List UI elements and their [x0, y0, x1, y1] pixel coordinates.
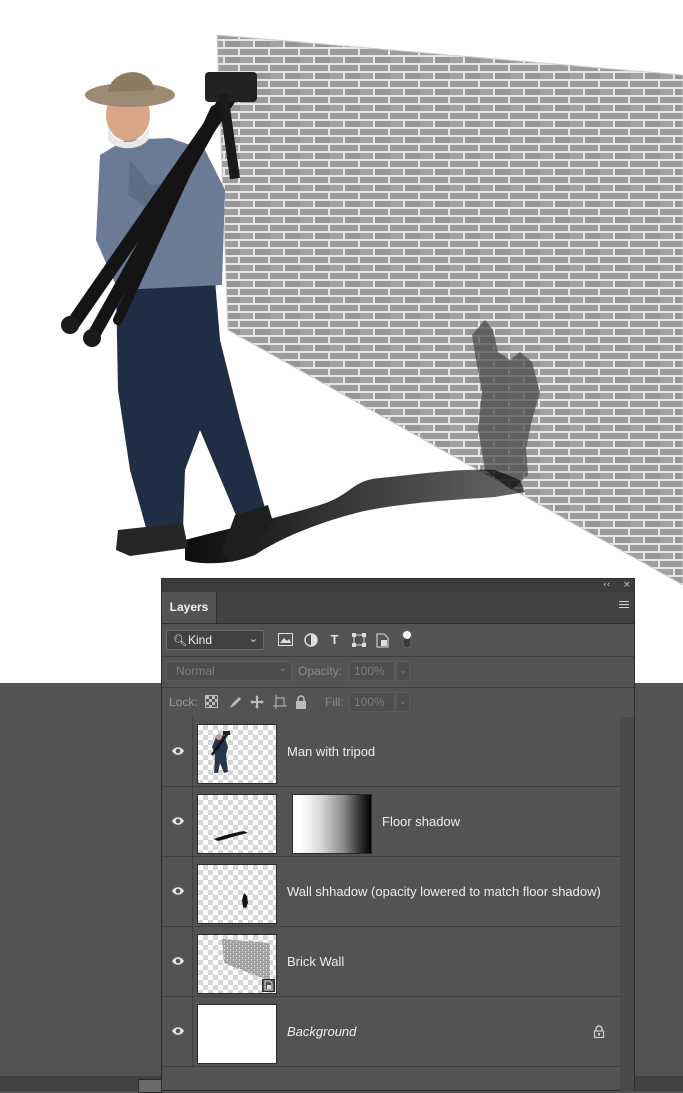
mask-link-icon[interactable]	[280, 814, 288, 828]
opacity-dropdown-arrow[interactable]: ⌄	[396, 661, 410, 681]
layer-name[interactable]: Man with tripod	[287, 717, 375, 786]
blend-row: Normal ⌄ Opacity: 100% ⌄	[162, 657, 634, 688]
layer-list: Man with tripod Floor shadow Wall shhado…	[162, 717, 620, 1067]
opacity-field[interactable]: 100%	[349, 661, 395, 681]
layer-row-floor-shadow[interactable]: Floor shadow	[162, 787, 620, 857]
filter-toggle-icon[interactable]	[399, 629, 414, 649]
opacity-label: Opacity:	[298, 664, 343, 678]
lock-icon	[593, 1025, 605, 1038]
panel-tab-row: Layers	[162, 592, 634, 624]
eye-icon	[172, 887, 184, 895]
fill-dropdown-arrow[interactable]: ⌄	[396, 692, 410, 712]
filter-kind-select[interactable]: 🔍︎ Kind ⌄	[166, 630, 264, 650]
layer-thumbnail	[197, 794, 277, 854]
panel-menu-icon[interactable]	[619, 601, 629, 613]
layer-visibility-toggle[interactable]	[162, 717, 193, 786]
layer-filter-row: 🔍︎ Kind ⌄ T	[162, 624, 634, 657]
chevron-down-icon: ⌄	[248, 632, 258, 645]
layer-thumbnail	[197, 934, 277, 994]
lock-image-pixels-icon[interactable]	[227, 695, 242, 710]
lock-artboard-icon[interactable]	[272, 695, 287, 710]
fill-label: Fill:	[325, 695, 344, 709]
layer-thumbnail	[197, 1004, 277, 1064]
layer-row-wall-shadow[interactable]: Wall shhadow (opacity lowered to match f…	[162, 857, 620, 927]
eye-icon	[172, 747, 184, 755]
layer-name[interactable]: Wall shhadow (opacity lowered to match f…	[287, 857, 601, 926]
eye-icon	[172, 957, 184, 965]
blend-mode-select[interactable]: Normal ⌄	[166, 661, 292, 681]
layer-name[interactable]: Brick Wall	[287, 927, 344, 996]
adjustment-filter-icon[interactable]	[303, 633, 318, 648]
layers-scrollbar[interactable]	[620, 717, 634, 1091]
fill-field[interactable]: 100%	[349, 692, 395, 712]
layer-name[interactable]: Floor shadow	[382, 787, 460, 856]
smart-object-filter-icon[interactable]	[375, 633, 390, 648]
layer-thumbnail	[197, 864, 277, 924]
collapse-panel-button[interactable]: ‹‹	[603, 579, 610, 592]
layer-row-brick-wall[interactable]: Brick Wall	[162, 927, 620, 997]
blend-mode-value: Normal	[176, 664, 215, 678]
layer-visibility-toggle[interactable]	[162, 857, 193, 926]
brick-wall	[216, 34, 683, 586]
eye-icon	[172, 817, 184, 825]
shape-filter-icon[interactable]	[351, 633, 366, 648]
eye-icon	[172, 1027, 184, 1035]
tab-layers[interactable]: Layers	[162, 592, 217, 623]
layer-thumbnail	[197, 724, 277, 784]
layer-visibility-toggle[interactable]	[162, 997, 193, 1066]
lock-label: Lock:	[169, 695, 198, 709]
layer-name[interactable]: Background	[287, 997, 356, 1066]
panel-title-bar[interactable]: ‹‹ ×	[162, 579, 634, 592]
type-filter-icon[interactable]: T	[327, 633, 342, 648]
close-panel-button[interactable]: ×	[623, 579, 631, 592]
lock-transparent-pixels-icon[interactable]	[204, 695, 219, 710]
layer-visibility-toggle[interactable]	[162, 927, 193, 996]
layers-panel: ‹‹ × Layers 🔍︎ Kind ⌄ T Normal ⌄ Opacity…	[161, 578, 635, 1091]
filter-kind-label: Kind	[188, 633, 213, 647]
chevron-down-icon: ⌄	[278, 663, 287, 674]
lock-row: Lock: Fill: 100% ⌄	[162, 688, 634, 718]
lock-position-icon[interactable]	[249, 695, 264, 710]
layer-row-background[interactable]: Background	[162, 997, 620, 1067]
layer-visibility-toggle[interactable]	[162, 787, 193, 856]
layer-row-man-with-tripod[interactable]: Man with tripod	[162, 717, 620, 787]
lock-all-icon[interactable]	[293, 695, 308, 710]
smart-object-icon	[262, 979, 275, 992]
search-icon: 🔍︎	[173, 634, 187, 647]
image-filter-icon[interactable]	[278, 633, 293, 648]
layer-mask-thumbnail[interactable]	[292, 794, 372, 854]
